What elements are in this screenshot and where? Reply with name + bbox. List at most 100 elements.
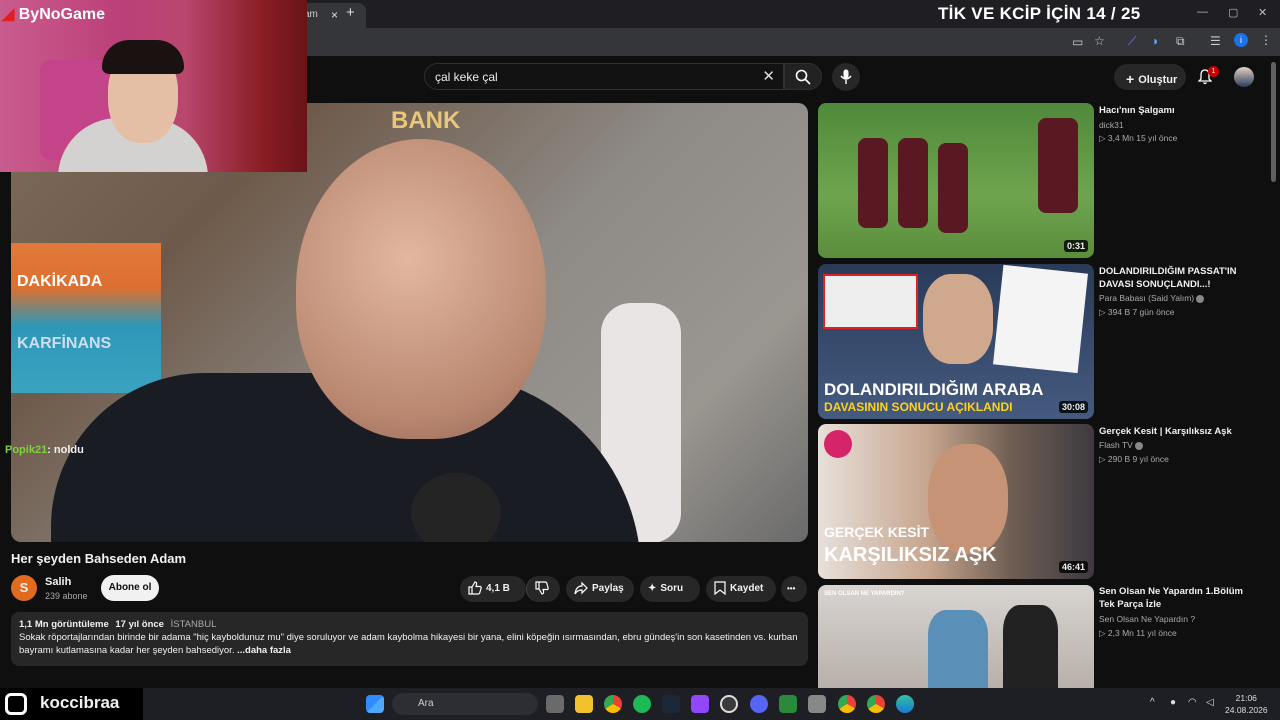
chat-username: Popik21 [5, 444, 48, 456]
stream-goal-text: TİK VE KCİP İÇİN 14 / 25 [938, 4, 1141, 23]
video-duration: 46:41 [1058, 561, 1088, 573]
background-sign [11, 243, 161, 393]
account-avatar[interactable] [1234, 67, 1254, 87]
create-button[interactable]: + Oluştur [1114, 64, 1186, 90]
search-input[interactable]: çal keke çal ✕ [424, 63, 784, 90]
sponsor-logo: ◢ ByNoGame [2, 6, 105, 23]
sparkle-icon: ✦ [648, 583, 657, 594]
search-button[interactable] [784, 63, 822, 90]
taskbar-search-input[interactable]: Ara [392, 693, 538, 715]
ask-button[interactable]: ✦ Soru [640, 576, 700, 602]
chrome-profile-icon[interactable] [838, 695, 856, 713]
tray-chevron-icon[interactable]: ^ [1150, 697, 1155, 708]
clock-date: 24.08.2026 [1225, 705, 1268, 715]
rec-title-2[interactable]: DOLANDIRILDIĞIM PASSAT'IN DAVASI SONUÇLA… [1099, 265, 1259, 291]
sign-text-2: KARFİNANS [17, 335, 112, 352]
extension-icon-2[interactable]: ◗ [1152, 34, 1159, 48]
rec-thumbnail-4[interactable]: SEN OLSAN NE YAPARDIN? [818, 585, 1094, 688]
scrollbar[interactable] [1271, 62, 1276, 182]
person-figure [1003, 605, 1058, 688]
notification-badge: 1 [1208, 66, 1219, 77]
close-window-icon[interactable]: ✕ [1258, 6, 1267, 19]
spotify-icon[interactable] [633, 695, 651, 713]
more-actions-button[interactable]: ••• [781, 576, 807, 602]
microphone-icon [840, 69, 852, 84]
rec-channel-4[interactable]: Sen Olsan Ne Yapardın ? [1099, 614, 1195, 624]
subscriber-count: 239 abone [45, 591, 88, 601]
clear-search-icon[interactable]: ✕ [762, 67, 775, 85]
chat-text: : noldu [47, 444, 84, 456]
thumb-text-2: DAVASININ SONUCU AÇIKLANDI [824, 400, 1013, 414]
chrome-profile-icon-2[interactable] [867, 695, 885, 713]
bank-sign-text: BANK [391, 107, 461, 134]
like-button[interactable]: 4,1 B [460, 576, 526, 602]
description-meta: 1,1 Mn görüntüleme 17 yıl önce İSTANBUL [19, 618, 800, 631]
rec-meta-2: ▷ 394 B 7 gün önce [1099, 307, 1175, 317]
webcam-streamer-hair [102, 40, 184, 74]
dislike-button[interactable] [526, 576, 560, 602]
location-tag[interactable]: İSTANBUL [171, 619, 217, 630]
search-icon [795, 69, 811, 85]
plus-icon: + [1126, 71, 1135, 87]
minimize-icon[interactable]: — [1197, 6, 1208, 18]
bottle-shape [938, 143, 968, 233]
puzzle-icon[interactable]: ⧉ [1176, 34, 1185, 49]
new-tab-button[interactable]: + [346, 4, 355, 21]
voice-search-button[interactable] [832, 63, 860, 91]
search-query: çal keke çal [435, 70, 498, 84]
app-icon-2[interactable] [808, 695, 826, 713]
maximize-icon[interactable]: ▢ [1228, 6, 1238, 19]
save-button[interactable]: Kaydet [706, 576, 776, 602]
save-label: Kaydet [730, 583, 764, 594]
rec-thumbnail-1[interactable]: 0:31 [818, 103, 1094, 258]
rec-title-4[interactable]: Sen Olsan Ne Yapardın 1.Bölüm Tek Parça … [1099, 585, 1259, 611]
upload-age: 17 yıl önce [115, 619, 164, 630]
channel-avatar[interactable]: S [11, 575, 37, 601]
windows-start-icon[interactable] [366, 695, 384, 713]
rec-title-1[interactable]: Hacı'nın Şalgamı [1099, 104, 1259, 117]
stream-chat-message: Popik21: noldu [5, 444, 84, 456]
share-button[interactable]: Paylaş [566, 576, 634, 602]
network-icon[interactable]: ◠ [1188, 697, 1197, 708]
ask-label: Soru [660, 583, 684, 594]
task-view-icon[interactable] [546, 695, 564, 713]
profile-icon[interactable]: i [1234, 33, 1248, 47]
twitch-icon[interactable] [691, 695, 709, 713]
share-label: Paylaş [592, 583, 624, 594]
volume-icon[interactable]: ◁ [1206, 697, 1214, 708]
taskbar-clock[interactable]: 21:06 24.08.2026 [1225, 692, 1268, 716]
channel-name[interactable]: Salih [45, 576, 71, 588]
more-link[interactable]: ...daha fazla [237, 645, 291, 656]
rec-channel-1[interactable]: dick31 [1099, 120, 1124, 130]
rec-channel-3[interactable]: Flash TV [1099, 440, 1143, 450]
rec-thumbnail-2[interactable]: DOLANDIRILDIĞIM ARABA DAVASININ SONUCU A… [818, 264, 1094, 419]
subscribe-button[interactable]: Abone ol [101, 575, 159, 601]
discord-icon[interactable] [750, 695, 768, 713]
rec-thumbnail-3[interactable]: GERÇEK KESİT KARŞILIKSIZ AŞK 46:41 [818, 424, 1094, 579]
steam-icon[interactable] [662, 695, 680, 713]
streamer-webcam: ◢ ByNoGame [0, 0, 307, 172]
rec-title-3[interactable]: Gerçek Kesit | Karşılıksız Aşk [1099, 425, 1259, 438]
bookmark-icon [714, 581, 726, 596]
rec-channel-2[interactable]: Para Babası (Said Yalım) [1099, 293, 1205, 303]
app-icon[interactable] [779, 695, 797, 713]
description-text: Sokak röportajlarından birinde bir adama… [19, 632, 798, 656]
tab-close-icon[interactable]: × [331, 8, 338, 22]
clock-time: 21:06 [1235, 693, 1257, 703]
rec-meta-4: ▷ 2,3 Mn 11 yıl önce [1099, 628, 1177, 638]
thumbs-down-icon [535, 581, 549, 595]
edge-icon[interactable] [896, 695, 914, 713]
like-count: 4,1 B [486, 583, 510, 594]
bookmark-star-icon[interactable]: ☆ [1094, 34, 1105, 48]
cast-icon[interactable]: ▭ [1072, 35, 1083, 49]
obs-icon[interactable] [720, 695, 738, 713]
media-icon[interactable]: ☰ [1210, 34, 1221, 48]
chrome-icon[interactable] [604, 695, 622, 713]
menu-kebab-icon[interactable]: ⋮ [1260, 33, 1272, 47]
file-explorer-icon[interactable] [575, 695, 593, 713]
rec-meta-3: ▷ 290 B 9 yıl önce [1099, 454, 1169, 464]
description-box[interactable]: 1,1 Mn görüntüleme 17 yıl önce İSTANBUL … [11, 612, 808, 666]
extension-icon[interactable]: ⟋ [1128, 34, 1136, 49]
thumb-text-2: KARŞILIKSIZ AŞK [824, 544, 997, 566]
tray-mic-icon[interactable]: ● [1170, 697, 1176, 708]
